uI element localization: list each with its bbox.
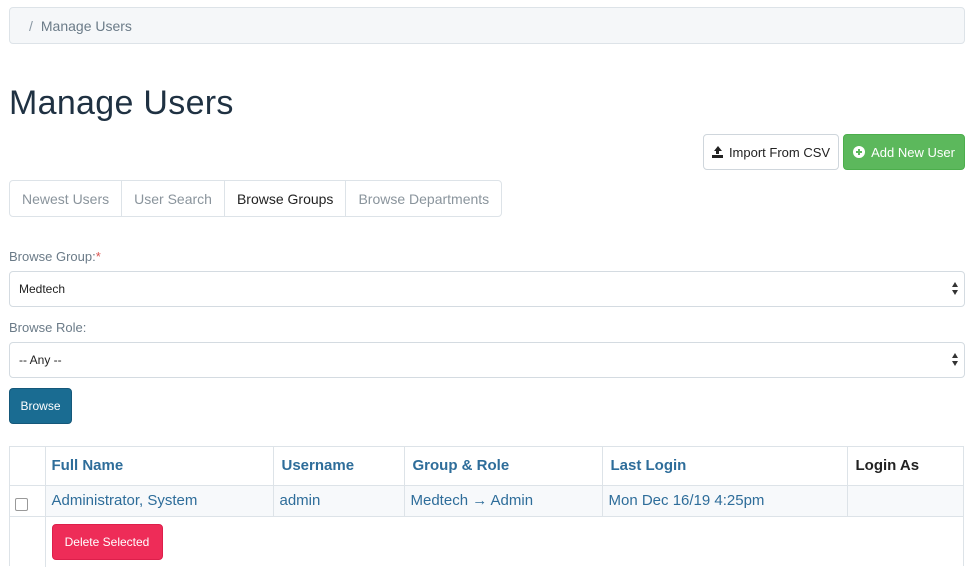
- users-table: Full Name Username Group & Role Last Log…: [9, 446, 964, 567]
- browse-group-label-text: Browse Group:: [9, 249, 96, 264]
- upload-icon: [711, 146, 723, 158]
- page-title: Manage Users: [9, 84, 234, 122]
- footer-empty-cell: [10, 516, 46, 567]
- import-csv-label: Import From CSV: [728, 144, 831, 160]
- breadcrumb-separator: /: [29, 18, 33, 34]
- cell-username[interactable]: admin: [273, 485, 405, 517]
- required-mark: *: [95, 249, 101, 264]
- cell-full-name[interactable]: Administrator, System: [45, 485, 274, 517]
- header-last-login[interactable]: Last Login: [602, 447, 848, 486]
- row-checkbox[interactable]: [15, 498, 28, 511]
- cell-last-login[interactable]: Mon Dec 16/19 4:25pm: [602, 485, 848, 517]
- table-footer-row: Delete Selected: [10, 516, 963, 567]
- header-username[interactable]: Username: [273, 447, 405, 486]
- row-select-cell: [10, 485, 46, 517]
- header-login-as: Login As: [847, 447, 963, 486]
- breadcrumb: / Manage Users: [9, 7, 965, 44]
- cell-group-role[interactable]: Medtech → Admin: [404, 485, 603, 517]
- browse-role-label: Browse Role:: [9, 320, 87, 335]
- select-arrows-icon: [952, 353, 959, 367]
- browse-group-label: Browse Group:*: [9, 249, 101, 264]
- breadcrumb-current: Manage Users: [40, 18, 132, 34]
- browse-role-select[interactable]: -- Any --: [9, 342, 965, 378]
- browse-role-value: -- Any --: [19, 353, 62, 367]
- header-full-name[interactable]: Full Name: [45, 447, 274, 486]
- select-arrows-icon: [952, 282, 959, 296]
- import-csv-button[interactable]: Import From CSV: [703, 134, 839, 170]
- add-new-user-label: Add New User: [871, 144, 955, 160]
- header-select: [10, 447, 46, 486]
- plus-circle-icon: [853, 146, 866, 158]
- footer-actions-cell: Delete Selected: [45, 516, 963, 567]
- tab-newest-users[interactable]: Newest Users: [10, 181, 123, 216]
- table-row: Administrator, System admin Medtech → Ad…: [10, 485, 963, 517]
- tab-browse-departments[interactable]: Browse Departments: [346, 181, 501, 216]
- tab-bar: Newest Users User Search Browse Groups B…: [9, 180, 503, 217]
- add-new-user-button[interactable]: Add New User: [843, 134, 965, 170]
- browse-group-value: Medtech: [19, 282, 66, 296]
- header-group-role[interactable]: Group & Role: [404, 447, 603, 486]
- browse-group-select[interactable]: Medtech: [9, 271, 965, 307]
- cell-login-as[interactable]: [847, 485, 963, 517]
- tab-browse-groups[interactable]: Browse Groups: [225, 181, 347, 216]
- tab-user-search[interactable]: User Search: [122, 181, 225, 216]
- browse-button[interactable]: Browse: [9, 388, 72, 424]
- delete-selected-button[interactable]: Delete Selected: [51, 523, 163, 560]
